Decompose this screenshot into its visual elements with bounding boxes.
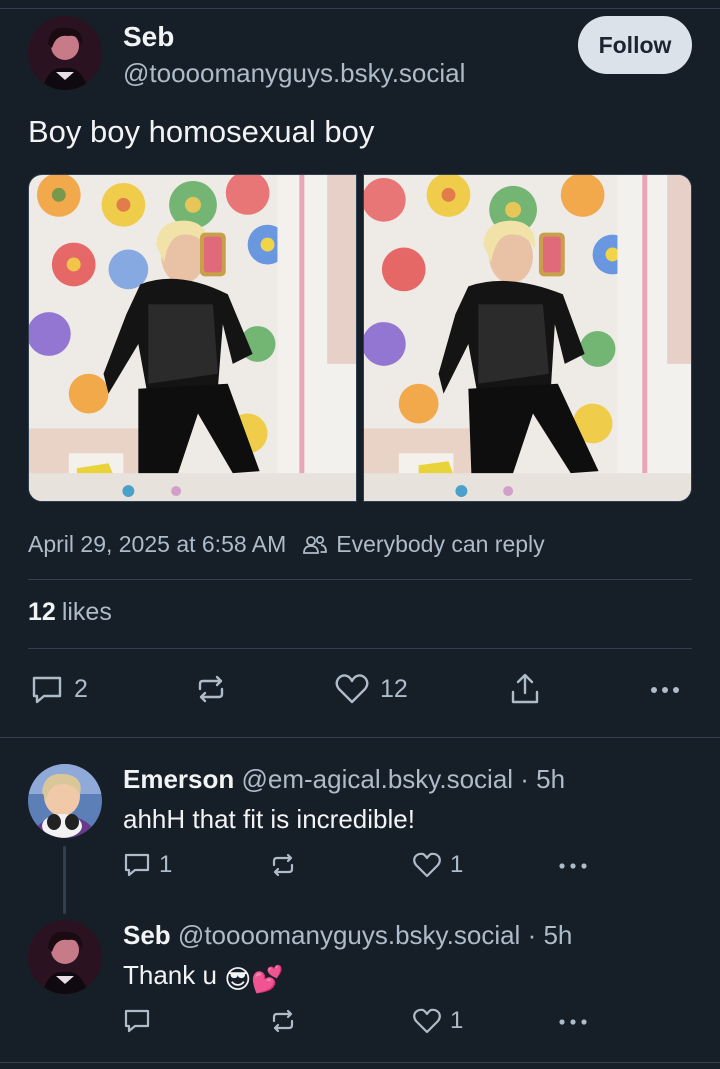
repost-button[interactable]: [269, 850, 297, 880]
reply-post: Seb @toooomanyguys.bsky.social · 5h Than…: [28, 920, 692, 1020]
likes-label: likes: [61, 598, 112, 626]
like-count: 1: [450, 851, 464, 878]
reply-text: Thank u: [123, 960, 217, 990]
reply-count: 2: [74, 674, 88, 703]
reply-count: 1: [159, 851, 173, 878]
more-button[interactable]: [557, 1006, 589, 1036]
post-images: [28, 174, 692, 502]
reply-author-name[interactable]: Emerson: [123, 764, 234, 794]
speech-bubble-icon: [124, 853, 150, 877]
repost-icon: [272, 853, 294, 877]
thread-connector: [63, 846, 66, 914]
share-icon: [511, 673, 539, 704]
repost-icon: [198, 675, 224, 703]
like-button[interactable]: 1: [412, 850, 463, 880]
more-button[interactable]: [648, 672, 682, 706]
reply-emojis: 😎💕: [224, 964, 284, 994]
follow-button[interactable]: Follow: [578, 16, 692, 74]
reply-text: ahhH that fit is incredible!: [123, 804, 415, 834]
post-image-2[interactable]: [363, 174, 692, 502]
section-divider: [0, 737, 720, 738]
post-text: Boy boy homosexual boy: [28, 114, 375, 149]
post-header: Seb @toooomanyguys.bsky.social Follow: [28, 16, 692, 92]
speech-bubble-icon: [124, 1009, 150, 1033]
reply-time[interactable]: · 5h: [528, 920, 573, 950]
reply-setting: Everybody can reply: [336, 531, 545, 557]
avatar[interactable]: [28, 16, 102, 90]
repost-button[interactable]: [194, 672, 228, 706]
post-actions: 2 12: [28, 672, 692, 712]
like-count: 1: [450, 1007, 464, 1034]
post-date[interactable]: April 29, 2025 at 6:58 AM: [28, 531, 286, 558]
top-divider: [0, 8, 720, 9]
reply-text-container: Thank u 😎💕: [123, 960, 284, 995]
heart-icon: [335, 674, 369, 704]
author-handle[interactable]: @toooomanyguys.bsky.social: [123, 58, 465, 89]
reply-button[interactable]: 2: [30, 672, 88, 706]
more-dots-icon: [559, 1019, 587, 1025]
author-name[interactable]: Seb: [123, 21, 174, 53]
reply-author-handle[interactable]: @toooomanyguys.bsky.social: [178, 920, 520, 950]
reply-button[interactable]: 1: [123, 850, 172, 880]
reply-author-handle[interactable]: @em-agical.bsky.social: [242, 764, 514, 794]
likes-count: 12: [28, 598, 56, 626]
avatar[interactable]: [28, 920, 102, 994]
like-button[interactable]: 1: [412, 1006, 463, 1036]
heart-icon: [413, 852, 441, 878]
repost-icon: [272, 1009, 294, 1033]
speech-bubble-icon: [32, 676, 62, 704]
like-count: 12: [380, 674, 408, 703]
repost-button[interactable]: [269, 1006, 297, 1036]
post-meta: April 29, 2025 at 6:58 AM Everybody can …: [28, 531, 545, 558]
avatar[interactable]: [28, 764, 102, 838]
reply-time[interactable]: · 5h: [520, 764, 565, 794]
post-thread-page: Seb @toooomanyguys.bsky.social Follow Bo…: [0, 0, 720, 1069]
divider: [28, 648, 692, 649]
more-dots-icon: [651, 687, 679, 693]
divider: [28, 579, 692, 580]
reply-author-name[interactable]: Seb: [123, 920, 171, 950]
more-button[interactable]: [557, 850, 589, 880]
reply-header: Emerson @em-agical.bsky.social · 5h: [123, 764, 565, 795]
heart-icon: [413, 1008, 441, 1034]
reply-actions: 1 1: [123, 850, 593, 884]
likes-summary[interactable]: 12 likes: [28, 598, 112, 627]
post-image-1[interactable]: [28, 174, 357, 502]
like-button[interactable]: 12: [334, 672, 408, 706]
people-icon: [303, 535, 328, 554]
reply-header: Seb @toooomanyguys.bsky.social · 5h: [123, 920, 572, 951]
reply-button[interactable]: [123, 1006, 151, 1036]
share-button[interactable]: [508, 672, 542, 706]
reply-actions: 1: [123, 1006, 593, 1040]
more-dots-icon: [559, 863, 587, 869]
section-divider: [0, 1062, 720, 1063]
